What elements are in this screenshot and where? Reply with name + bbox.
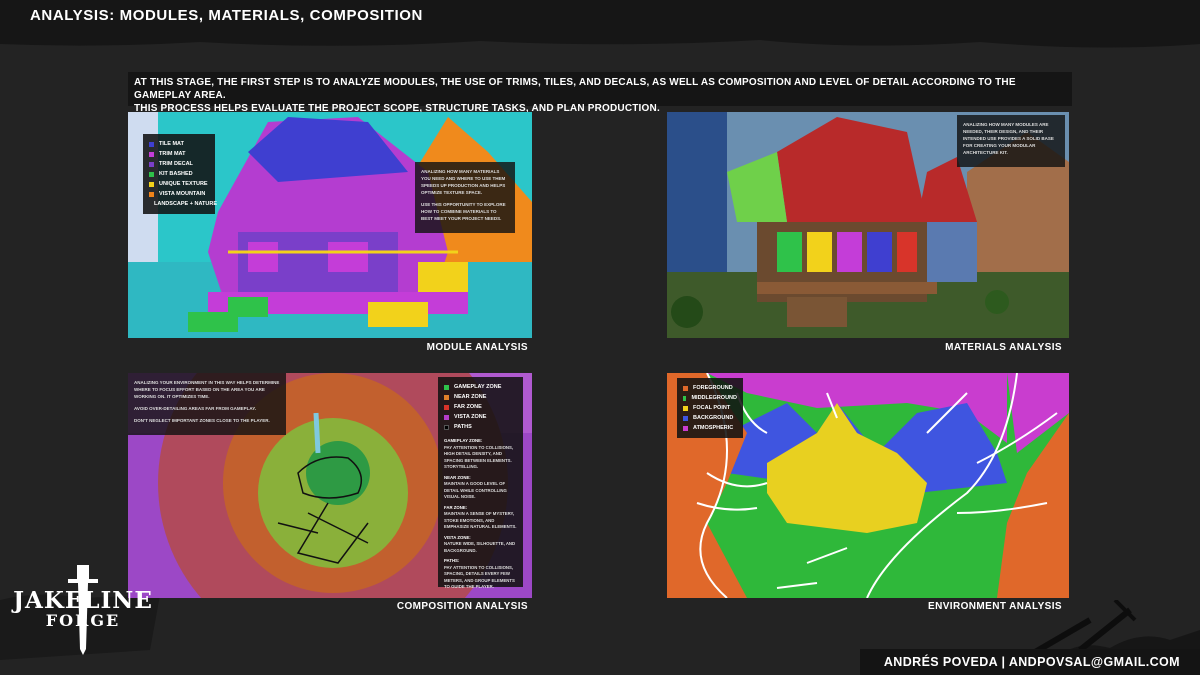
module-legend-item: TRIM MAT [149,149,209,159]
zone-note-text: PAY ATTENTION TO COLLISIONS, SPACING, DE… [444,564,515,590]
environment-legend-item: FOREGROUND [683,383,737,393]
environment-analysis-image: FOREGROUND MIDDLEGROUND FOCAL POINT BACK… [667,373,1069,598]
materials-note-text: ANALIZING HOW MANY MODULES ARE NEEDED, T… [963,122,1054,155]
legend-swatch [444,384,449,390]
legend-label: LANDSCAPE + NATURE [154,201,218,207]
legend-label: MIDDLEGROUND [691,395,737,401]
legend-swatch [149,171,154,177]
legend-label: TRIM MAT [159,151,186,157]
legend-swatch [683,395,687,401]
jakeline-forge-logo: JAKELINE FORGE [8,565,158,655]
composition-legend-item: FAR ZONE [444,402,517,412]
legend-swatch [683,415,688,421]
legend-swatch [683,425,688,431]
legend-label: FOCAL POINT [693,405,731,411]
composition-legend-item: NEAR ZONE [444,392,517,402]
legend-label: TILE MAT [159,141,184,147]
module-legend-item: VISTA MOUNTAIN [149,189,209,199]
environment-legend-item: ATMOSPHERIC [683,423,737,433]
author-credit: ANDRÉS POVEDA | ANDPOVSAL@GMAIL.COM [883,655,1180,669]
composition-zone-notes: GAMEPLAY ZONE: PAY ATTENTION TO COLLISION… [444,438,517,591]
zone-note-text: NATURE WIDE, SILHOUETTE, AND BACKGROUND. [444,541,516,553]
legend-label: KIT BASHED [159,171,193,177]
intro-line-1: AT THIS STAGE, THE FIRST STEP IS TO ANAL… [134,77,1016,101]
legend-label: PATHS [454,424,472,430]
composition-note: ANALIZING YOUR ENVIRONMENT IN THIS WAY H… [128,373,286,435]
logo-word-top: JAKELINE [13,587,153,614]
zone-note-text: MAINTAIN A SENSE OF MYSTERY, STOKE EMOTI… [444,511,517,529]
legend-swatch [149,191,154,197]
legend-swatch [683,385,688,391]
module-note: ANALIZING HOW MANY MATERIALS YOU NEED AN… [415,162,515,233]
page-title: ANALYSIS: MODULES, MATERIALS, COMPOSITIO… [30,7,423,24]
zone-note: VISTA ZONE: NATURE WIDE, SILHOUETTE, AND … [444,535,517,555]
footer-bar: ANDRÉS POVEDA | ANDPOVSAL@GMAIL.COM [860,649,1200,675]
composition-legend-item: VISTA ZONE [444,412,517,422]
composition-analysis-label: COMPOSITION ANALYSIS [396,601,528,612]
zone-note: FAR ZONE: MAINTAIN A SENSE OF MYSTERY, ST… [444,505,517,531]
logo-word-bottom: FORGE [45,611,121,630]
legend-swatch [444,414,449,420]
zone-note: PATHS: PAY ATTENTION TO COLLISIONS, SPACI… [444,558,517,591]
module-legend-item: LANDSCAPE + NATURE [149,199,217,209]
composition-legend-item: GAMEPLAY ZONE [444,382,517,392]
legend-label: UNIQUE TEXTURE [159,181,208,187]
composition-analysis-image: ANALIZING YOUR ENVIRONMENT IN THIS WAY H… [128,373,532,598]
module-legend-item: KIT BASHED [149,169,209,179]
module-legend-item: TILE MAT [149,139,209,149]
composition-legend-item: PATHS [444,422,517,432]
materials-analysis-label: MATERIALS ANALYSIS [945,342,1062,353]
environment-legend-item: FOCAL POINT [683,403,737,413]
module-note-text: USE THIS OPPORTUNITY TO EXPLORE HOW TO C… [421,202,506,221]
composition-legend: GAMEPLAY ZONE NEAR ZONE FAR ZONE VISTA Z… [438,377,523,589]
module-note-text: ANALIZING HOW MANY MATERIALS YOU NEED AN… [421,169,506,195]
zone-note-text: PAY ATTENTION TO COLLISIONS, HIGH DETAIL… [444,444,514,470]
legend-swatch [149,141,154,147]
legend-swatch [149,161,154,167]
legend-swatch [149,181,154,187]
legend-swatch [444,424,449,430]
zone-note: GAMEPLAY ZONE: PAY ATTENTION TO COLLISION… [444,438,517,471]
materials-note: ANALIZING HOW MANY MODULES ARE NEEDED, T… [957,115,1065,167]
module-analysis-label: MODULE ANALYSIS [426,342,528,353]
module-analysis-image: TILE MAT TRIM MAT TRIM DECAL KIT BASHED … [128,112,532,338]
legend-swatch [683,405,688,411]
composition-note-text: DON'T NEGLECT IMPORTANT ZONES CLOSE TO T… [134,418,270,423]
legend-label: GAMEPLAY ZONE [454,384,502,390]
legend-label: ATMOSPHERIC [693,425,734,431]
module-legend-item: UNIQUE TEXTURE [149,179,209,189]
legend-label: VISTA ZONE [454,414,487,420]
legend-label: NEAR ZONE [454,394,487,400]
intro-text-box: AT THIS STAGE, THE FIRST STEP IS TO ANAL… [128,72,1072,114]
legend-swatch [444,394,449,400]
environment-legend-item: MIDDLEGROUND [683,393,737,403]
legend-swatch [149,151,154,157]
composition-note-text: ANALIZING YOUR ENVIRONMENT IN THIS WAY H… [134,380,280,399]
title-bar: ANALYSIS: MODULES, MATERIALS, COMPOSITIO… [0,0,1200,36]
legend-label: FAR ZONE [454,404,482,410]
environment-legend: FOREGROUND MIDDLEGROUND FOCAL POINT BACK… [677,378,743,438]
zone-note: NEAR ZONE: MAINTAIN A GOOD LEVEL OF DETAI… [444,475,517,501]
legend-label: VISTA MOUNTAIN [159,191,206,197]
module-legend: TILE MAT TRIM MAT TRIM DECAL KIT BASHED … [143,134,217,214]
legend-label: FOREGROUND [693,385,733,391]
legend-label: TRIM DECAL [159,161,193,167]
legend-label: BACKGROUND [693,415,734,421]
zone-note-text: MAINTAIN A GOOD LEVEL OF DETAIL WHILE CO… [444,481,507,499]
legend-swatch [444,404,449,410]
composition-note-text: AVOID OVER-DETAILING AREAS FAR FROM GAME… [134,406,257,411]
environment-legend-item: BACKGROUND [683,413,737,423]
materials-analysis-image: ANALIZING HOW MANY MODULES ARE NEEDED, T… [667,112,1069,338]
module-legend-item: TRIM DECAL [149,159,209,169]
